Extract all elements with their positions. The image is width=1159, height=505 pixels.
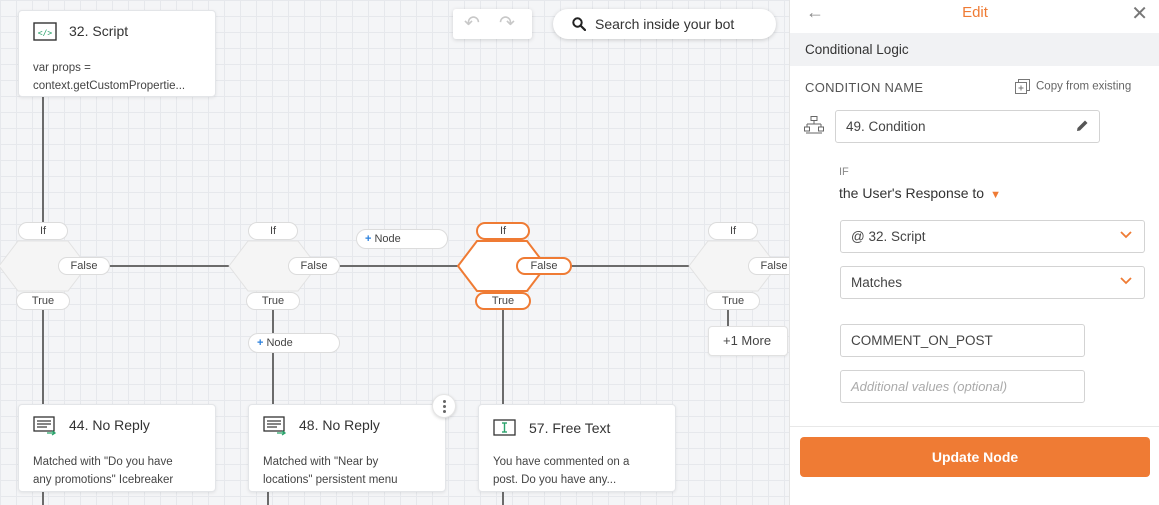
free-text-node-card[interactable]: 57. Free Text You have commented on a po… [478,404,676,492]
svg-text:</>: </> [38,29,53,38]
additional-values-input[interactable]: Additional values (optional) [840,370,1085,403]
section-title: Conditional Logic [805,42,909,57]
chevron-down-icon [1120,231,1132,239]
connector-line [267,491,269,505]
chevron-down-icon [1120,277,1132,285]
node-title: 48. No Reply [299,417,380,433]
node-title: 32. Script [69,23,129,39]
false-branch-label[interactable]: False [58,257,110,275]
close-icon[interactable]: ✕ [1131,1,1148,26]
divider [790,426,1159,427]
node-description: var props = context.getCustomPropertie..… [33,62,186,92]
flow-canvas[interactable]: </> 32. Script var props = context.getCu… [0,0,789,505]
operator-select[interactable]: Matches [840,266,1145,299]
connector-line [42,491,44,505]
undo-icon[interactable]: ↶ [464,12,480,35]
response-source-dropdown[interactable]: the User's Response to ▼ [839,185,1001,201]
section-header: Conditional Logic [790,33,1159,66]
more-branches-button[interactable]: +1 More [708,326,788,356]
search-icon [572,17,586,31]
panel-title: Edit [962,4,988,21]
plus-icon: + [257,337,264,349]
node-description: Matched with "Do you have any promotions… [33,456,174,486]
connector-line [502,491,504,505]
message-icon [263,416,287,436]
code-icon: </> [33,22,57,41]
add-node-button[interactable]: + Node [356,229,448,249]
source-node-select[interactable]: @ 32. Script [840,220,1145,253]
condition-name-field[interactable]: 49. Condition [835,110,1100,143]
connector-line [42,309,44,405]
node-description: Matched with "Near by locations" persist… [263,456,398,486]
true-branch-label[interactable]: True [16,292,70,310]
chevron-down-icon: ▼ [990,189,1001,201]
plus-icon: + [365,233,372,245]
if-label: If [18,222,68,240]
true-branch-label[interactable]: True [475,292,531,310]
text-input-icon [493,419,516,436]
undo-redo-toolbar: ↶ ↷ [453,9,532,39]
if-label: IF [839,166,849,178]
edit-pencil-icon[interactable] [1076,119,1089,132]
update-node-button[interactable]: Update Node [800,437,1150,477]
false-branch-label[interactable]: False [748,257,789,275]
condition-tree-icon [804,116,824,134]
match-value-input[interactable]: COMMENT_ON_POST [840,324,1085,357]
search-label: Search inside your bot [595,16,735,32]
script-node-card[interactable]: </> 32. Script var props = context.getCu… [18,10,216,97]
node-title: 44. No Reply [69,417,150,433]
node-description: You have commented on a post. Do you hav… [493,456,630,486]
connector-line [727,309,729,327]
false-branch-label[interactable]: False [516,257,572,275]
if-label: If [708,222,758,240]
connector-line [42,97,44,225]
connector-line [502,309,504,405]
add-node-button[interactable]: + Node [248,333,340,353]
true-branch-label[interactable]: True [246,292,300,310]
connector-line [272,309,274,405]
edit-panel: ← Edit ✕ Conditional Logic CONDITION NAM… [789,0,1159,505]
node-title: 57. Free Text [529,420,611,436]
true-branch-label[interactable]: True [706,292,760,310]
copy-from-existing-link[interactable]: Copy from existing [1015,79,1131,94]
no-reply-node-card[interactable]: 48. No Reply Matched with "Near by locat… [248,404,446,492]
redo-icon[interactable]: ↷ [499,12,515,35]
node-options-icon[interactable] [432,394,456,418]
copy-icon [1015,79,1030,94]
if-label: If [476,222,530,240]
false-branch-label[interactable]: False [288,257,340,275]
no-reply-node-card[interactable]: 44. No Reply Matched with "Do you have a… [18,404,216,492]
condition-name-label: CONDITION NAME [805,80,924,95]
panel-header: ← Edit ✕ [790,0,1159,27]
message-icon [33,416,57,436]
search-bar[interactable]: Search inside your bot [553,9,776,39]
if-label: If [248,222,298,240]
